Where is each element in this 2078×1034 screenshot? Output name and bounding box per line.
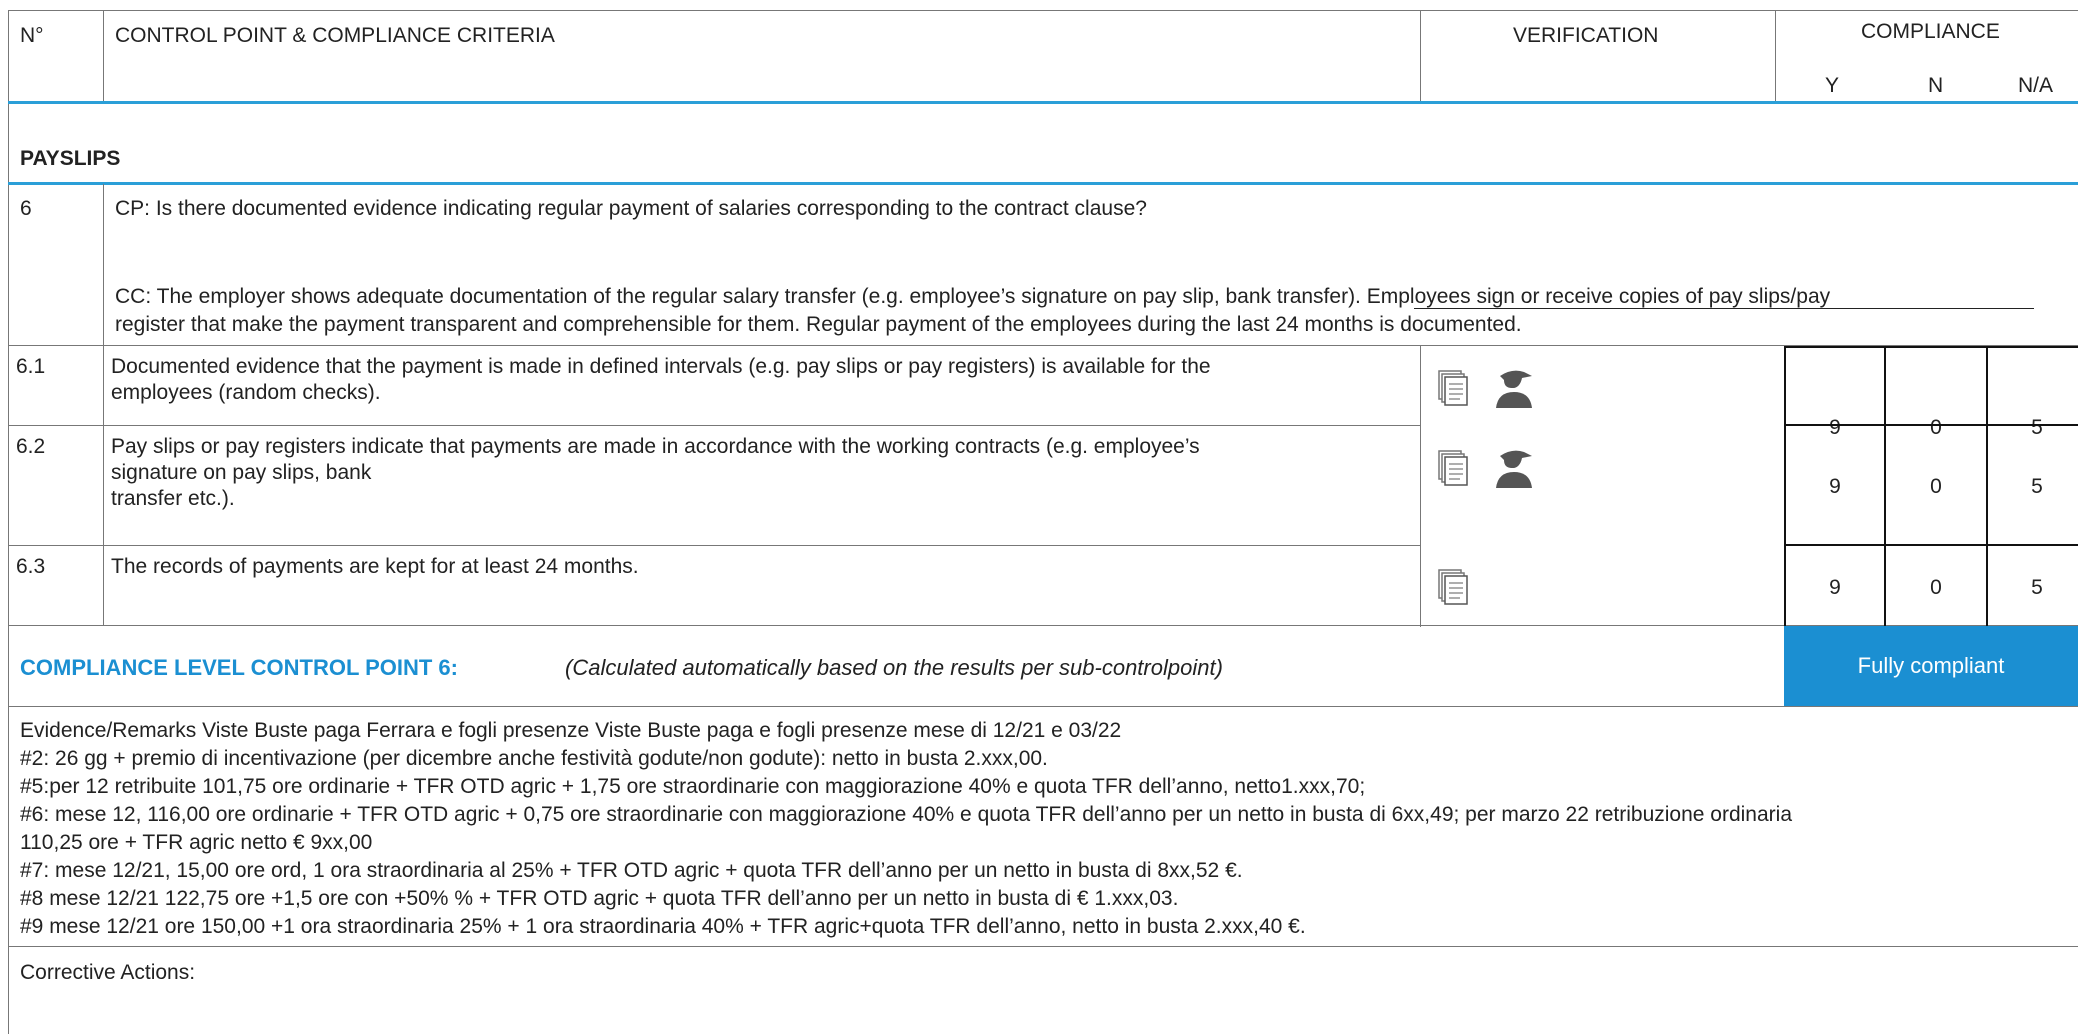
compliance-no-cell[interactable]	[1884, 346, 1988, 426]
row-number: 6.3	[16, 555, 46, 578]
cp-criteria-line-2: register that make the payment transpare…	[115, 313, 1522, 336]
cp-number: 6	[20, 197, 32, 220]
evidence-line: #8 mese 12/21 122,75 ore +1,5 ore con +5…	[20, 887, 1179, 910]
header-verification: VERIFICATION	[1513, 24, 1659, 47]
row-number: 6.1	[16, 355, 46, 378]
row-divider	[8, 946, 2078, 947]
document-icon	[1438, 370, 1468, 406]
compliance-level-note: (Calculated automatically based on the r…	[565, 655, 1223, 680]
compliance-na-cell[interactable]	[1986, 346, 2078, 426]
document-icon	[1438, 569, 1468, 605]
row-divider	[8, 425, 1420, 426]
header-divider	[103, 10, 104, 102]
evidence-line: #9 mese 12/21 ore 150,00 +1 ora straordi…	[20, 915, 1306, 938]
row-text-line: Documented evidence that the payment is …	[111, 355, 1211, 378]
corrective-actions-label: Corrective Actions:	[20, 961, 196, 984]
row-text-line: The records of payments are kept for at …	[111, 555, 639, 578]
evidence-line: #5:per 12 retribuite 101,75 ore ordinari…	[20, 775, 1366, 798]
compliance-result-badge: Fully compliant	[1784, 626, 2078, 706]
interview-person-icon	[1496, 370, 1532, 408]
header-criteria: CONTROL POINT & COMPLIANCE CRITERIA	[115, 24, 555, 47]
row-divider	[8, 625, 2078, 626]
compliance-yes-cell[interactable]	[1784, 346, 1886, 426]
row-text-line: Pay slips or pay registers indicate that…	[111, 435, 1200, 458]
compliance-yes-value: 9	[1829, 576, 1841, 599]
section-bottom-rule	[8, 182, 2078, 185]
compliance-level-label: COMPLIANCE LEVEL CONTROL POINT 6:	[20, 655, 458, 680]
row-number: 6.2	[16, 435, 46, 458]
row-divider	[8, 345, 2078, 346]
evidence-line: Evidence/Remarks Viste Buste paga Ferrar…	[20, 719, 1122, 742]
header-yes: Y	[1825, 74, 1840, 97]
cp-question: CP: Is there documented evidence indicat…	[115, 197, 1147, 220]
compliance-no-value: 0	[1930, 576, 1942, 599]
header-divider	[1420, 10, 1421, 102]
evidence-line: 110,25 ore + TFR agric netto € 9xx,00	[20, 831, 373, 854]
row-text-line: transfer etc.).	[111, 487, 235, 510]
compliance-na-value: 5	[2031, 475, 2043, 498]
cp-criteria-line-1: CC: The employer shows adequate document…	[115, 285, 1831, 308]
interview-person-icon	[1496, 450, 1532, 488]
row-text-line: employees (random checks).	[111, 381, 381, 404]
table-left-border	[8, 10, 9, 1034]
compliance-yes-value: 9	[1829, 475, 1841, 498]
section-title: PAYSLIPS	[20, 147, 121, 170]
evidence-line: #7: mese 12/21, 15,00 ore ord, 1 ora str…	[20, 859, 1243, 882]
header-compliance: COMPLIANCE	[1861, 20, 2000, 43]
row-text-line: signature on pay slips, bank	[111, 461, 372, 484]
row-divider	[8, 706, 2078, 707]
table-top-border	[8, 10, 2078, 11]
evidence-line: #2: 26 gg + premio di incentivazione (pe…	[20, 747, 1048, 770]
header-divider	[1775, 10, 1776, 102]
header-bottom-rule	[8, 101, 2078, 104]
header-not-applicable: N/A	[2018, 74, 2054, 97]
row-divider	[8, 545, 1420, 546]
evidence-line: #6: mese 12, 116,00 ore ordinarie + TFR …	[20, 803, 1792, 826]
compliance-na-value: 5	[2031, 576, 2043, 599]
verification-column-divider	[1420, 345, 1421, 627]
compliance-no-value: 0	[1930, 475, 1942, 498]
number-column-divider	[103, 184, 104, 626]
criteria-underline	[1414, 308, 2034, 309]
document-icon	[1438, 450, 1468, 486]
header-no: N	[1928, 74, 1944, 97]
header-number: N°	[20, 24, 44, 47]
